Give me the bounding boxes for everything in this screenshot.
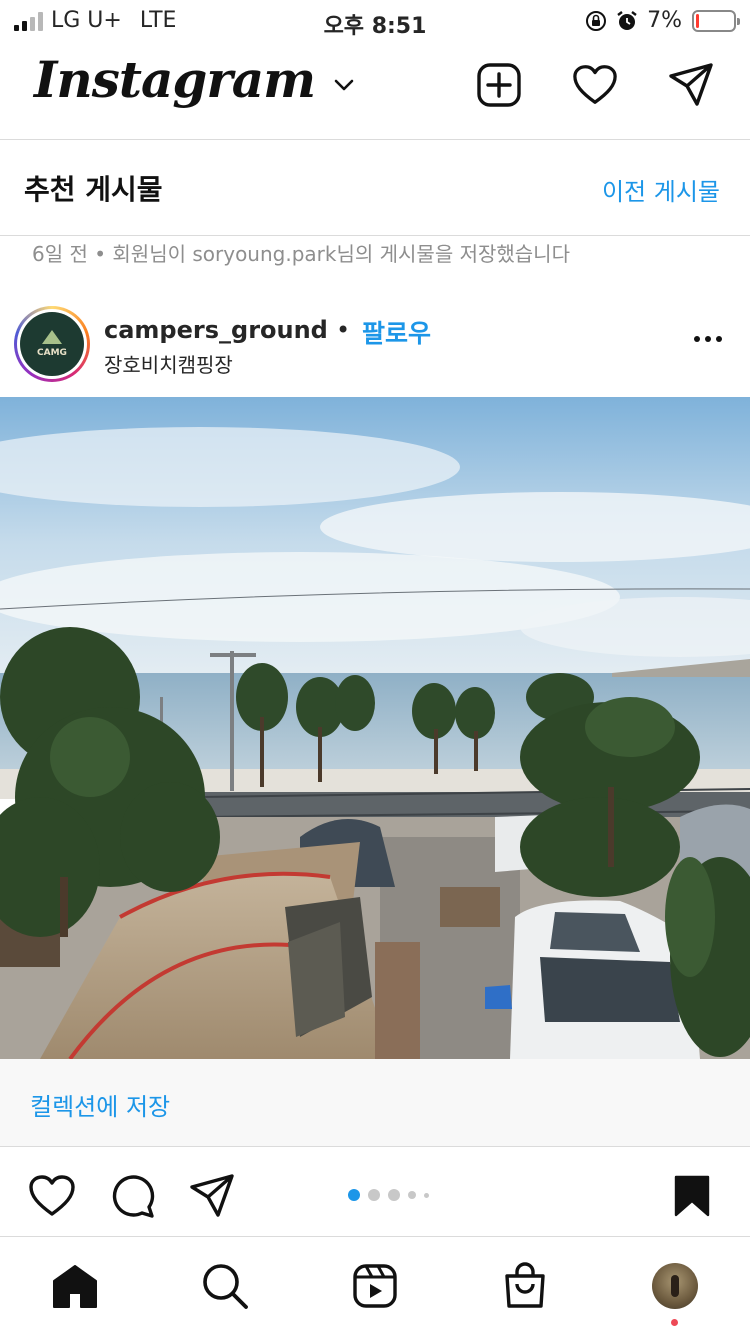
comment-button[interactable] (108, 1172, 156, 1220)
bookmark-button[interactable] (668, 1172, 716, 1220)
avatar-text: CAMG (37, 348, 67, 358)
tab-search[interactable] (200, 1261, 250, 1311)
battery-percent: 7% (647, 8, 682, 33)
share-icon (190, 1174, 234, 1217)
like-button[interactable] (28, 1172, 76, 1220)
post-image[interactable] (0, 397, 750, 1059)
shop-icon (505, 1262, 545, 1308)
carousel-dot (368, 1189, 380, 1201)
profile-notification-dot (671, 1319, 678, 1326)
like-icon (29, 1175, 75, 1216)
suggested-posts-header: 추천 게시물 이전 게시물 (0, 140, 750, 236)
chevron-down-icon (334, 79, 354, 90)
activity-button[interactable] (572, 62, 618, 108)
more-dot-icon (705, 336, 711, 342)
profile-avatar (652, 1263, 698, 1309)
tab-profile[interactable] (650, 1261, 700, 1311)
share-button[interactable] (188, 1172, 236, 1220)
post-header: CAMG campers_ground • 팔로우 장호비치캠핑장 (0, 298, 750, 396)
carousel-dot (388, 1189, 400, 1201)
carousel-dot (424, 1192, 429, 1198)
more-dot-icon (694, 336, 700, 342)
tab-home[interactable] (50, 1261, 100, 1311)
orientation-lock-icon (586, 10, 607, 31)
post-avatar[interactable]: CAMG (14, 306, 90, 382)
tab-reels[interactable] (350, 1261, 400, 1311)
previous-posts-link[interactable]: 이전 게시물 (602, 172, 720, 207)
activity-heart-icon (573, 65, 617, 104)
direct-message-icon (669, 63, 713, 106)
more-options-button[interactable] (694, 336, 722, 342)
carousel-dot (408, 1191, 416, 1199)
battery-fill (696, 13, 699, 28)
header-actions (476, 62, 714, 108)
post-location[interactable]: 장호비치캠핑장 (104, 349, 233, 378)
reels-icon (353, 1264, 397, 1308)
instagram-logo: Instagram (34, 50, 316, 109)
comment-icon (112, 1175, 155, 1218)
new-post-icon (477, 63, 521, 107)
follow-button[interactable]: 팔로우 (362, 314, 431, 350)
carousel-dot (348, 1189, 360, 1201)
post-username[interactable]: campers_ground (104, 316, 328, 344)
status-bar: LG U+ LTE 오후 8:51 7% (0, 0, 750, 42)
carousel-indicator (348, 1189, 429, 1201)
saved-notice: 6일 전 • 회원님이 soryoung.park님의 게시물을 저장했습니다 (32, 242, 570, 266)
save-to-collection-button[interactable]: 컬렉션에 저장 (30, 1087, 170, 1122)
battery-icon (692, 9, 740, 32)
status-right: 7% (585, 8, 740, 33)
post-actions (0, 1148, 750, 1236)
bottom-tab-bar (0, 1236, 750, 1334)
new-post-button[interactable] (476, 62, 522, 108)
tab-shop[interactable] (500, 1261, 550, 1311)
bookmark-icon (674, 1175, 710, 1217)
campsite-beach-photo (0, 397, 750, 1059)
campers-ground-logo: CAMG (20, 312, 84, 376)
logo-switcher[interactable]: Instagram (34, 50, 355, 109)
suggested-title: 추천 게시물 (24, 173, 163, 206)
app-header: Instagram (0, 42, 750, 140)
alarm-icon (617, 10, 637, 30)
more-dot-icon (716, 336, 722, 342)
direct-message-button[interactable] (668, 62, 714, 108)
search-icon (203, 1264, 248, 1309)
save-to-collection-bar: 컬렉션에 저장 (0, 1059, 750, 1147)
separator-dot: • (336, 316, 351, 344)
home-icon (53, 1265, 97, 1308)
